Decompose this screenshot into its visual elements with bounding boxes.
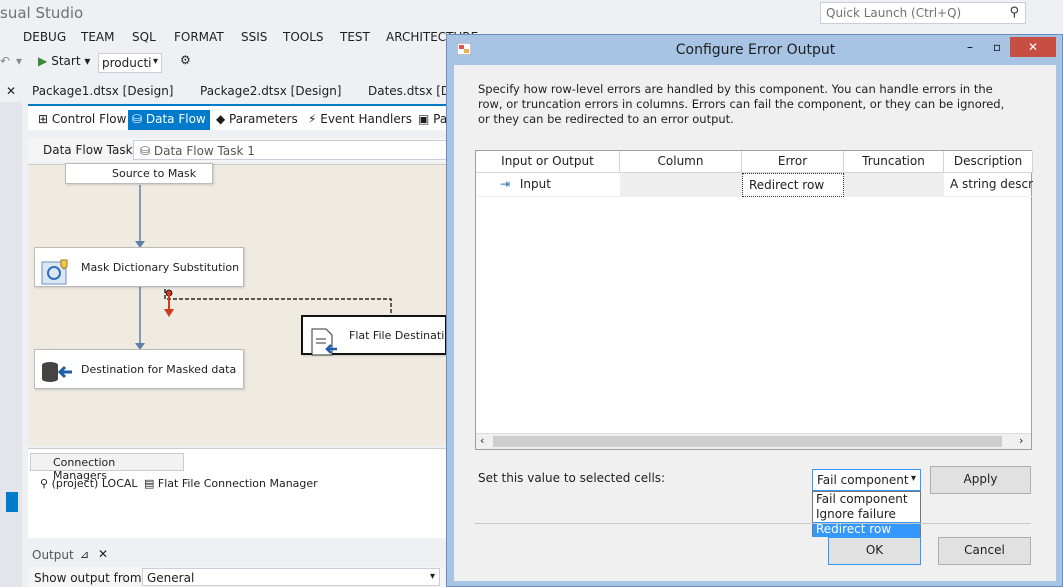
doc-tab-package1[interactable]: Package1.dtsx [Design] <box>32 84 173 98</box>
menu-team[interactable]: TEAM <box>81 30 114 44</box>
menu-format[interactable]: FORMAT <box>174 30 224 44</box>
undo-icon[interactable]: ↶ <box>0 54 10 68</box>
data-flow-canvas[interactable]: Source to Mask Mask Dictionary Substitut… <box>28 163 458 446</box>
scrollbar-thumb[interactable] <box>493 436 1002 447</box>
show-output-label: Show output from: <box>34 571 146 585</box>
output-panel-header: Output ⊿ ✕ <box>28 545 448 565</box>
chevron-down-icon: ▾ <box>429 571 435 582</box>
tab-parameters[interactable]: ◆ Parameters <box>212 110 302 130</box>
sidebar-indicator <box>6 492 18 512</box>
column-header-error[interactable]: Error <box>742 151 844 173</box>
maximize-icon[interactable]: ▫ <box>987 38 1007 58</box>
output-title: Output <box>32 548 74 562</box>
flat-file-icon <box>311 328 337 356</box>
dialog-close-button[interactable]: ✕ <box>1010 37 1056 57</box>
cell-error[interactable]: Redirect row <box>742 173 844 197</box>
column-header-truncation[interactable]: Truncation <box>844 151 944 173</box>
configure-error-output-dialog: Configure Error Output – ▫ ✕ Specify how… <box>446 34 1063 587</box>
cell-io[interactable]: ⇥ Input <box>476 173 620 197</box>
value-select[interactable]: Fail component ▾ <box>812 469 921 491</box>
play-icon: ▶ <box>38 54 48 68</box>
column-header-io[interactable]: Input or Output <box>476 151 620 173</box>
option-fail-component[interactable]: Fail component <box>813 492 920 507</box>
tab-data-flow[interactable]: ⛁ Data Flow <box>128 110 210 130</box>
solution-config-combo[interactable]: producti <box>98 53 162 73</box>
dialog-separator <box>475 523 1031 524</box>
title-bar: sual Studio Quick Launch (Ctrl+Q) ⚲ <box>0 0 1063 28</box>
flat-file-destination-component[interactable]: Flat File Destination <box>301 315 458 356</box>
value-dropdown-list: Fail component Ignore failure Redirect r… <box>812 491 921 537</box>
show-output-combo[interactable]: General ▾ <box>142 568 440 586</box>
database-destination-icon <box>42 362 72 382</box>
search-icon[interactable]: ⚲ <box>1009 5 1019 20</box>
designer-tabs: ⊞ Control Flow ⛁ Data Flow ◆ Parameters … <box>28 104 448 130</box>
option-redirect-row[interactable]: Redirect row <box>813 522 920 537</box>
dropdown-icon[interactable]: ▾ <box>16 54 22 68</box>
toolbox-sidebar <box>0 102 22 587</box>
start-button[interactable]: ▶ Start ▾ <box>38 54 90 68</box>
data-flow-task-combo[interactable]: ⛁ Data Flow Task 1 <box>133 140 448 160</box>
menu-test[interactable]: TEST <box>340 30 370 44</box>
tab-event-handlers[interactable]: ⚡ Event Handlers <box>304 110 416 130</box>
chevron-down-icon: ▾ <box>910 473 916 484</box>
close-icon[interactable]: ✕ <box>6 84 16 98</box>
destination-component[interactable]: Destination for Masked data <box>34 349 244 389</box>
data-flow-task-row: Data Flow Task: ⛁ Data Flow Task 1 <box>28 138 448 162</box>
set-value-label: Set this value to selected cells: <box>478 471 666 485</box>
connection-managers-pane: Connection Managers ⚲ (project) LOCAL ▤ … <box>28 448 448 538</box>
cell-column[interactable] <box>620 173 742 197</box>
dialog-description: Specify how row-level errors are handled… <box>478 82 1005 126</box>
connection-manager-flat-file[interactable]: ▤ Flat File Connection Manager <box>144 477 318 490</box>
transform-icon <box>41 259 68 285</box>
scroll-left-icon[interactable]: ‹ <box>480 434 484 447</box>
cancel-button[interactable]: Cancel <box>938 537 1031 565</box>
deploy-icon[interactable]: ⚙ <box>180 53 191 67</box>
apply-button[interactable]: Apply <box>930 466 1031 494</box>
menu-tools[interactable]: TOOLS <box>283 30 324 44</box>
scroll-right-icon[interactable]: › <box>1019 434 1023 447</box>
quick-launch-input[interactable]: Quick Launch (Ctrl+Q) ⚲ <box>820 2 1026 24</box>
column-header-description[interactable]: Description <box>944 151 1033 173</box>
tab-control-flow[interactable]: ⊞ Control Flow <box>34 110 130 130</box>
column-header-column[interactable]: Column <box>620 151 742 173</box>
error-output-grid[interactable]: Input or Output Column Error Truncation … <box>475 150 1033 450</box>
data-flow-task-label: Data Flow Task: <box>43 143 137 157</box>
app-title: sual Studio <box>0 4 84 22</box>
dialog-title-bar[interactable]: Configure Error Output – ▫ ✕ <box>447 35 1063 65</box>
pin-icon[interactable]: ⊿ <box>80 548 89 561</box>
cell-description[interactable]: A string descri... <box>944 173 1033 197</box>
output-source-row: Show output from: General ▾ <box>28 567 448 587</box>
menu-ssis[interactable]: SSIS <box>241 30 267 44</box>
document-tabs: ✕ Package1.dtsx [Design] Package2.dtsx [… <box>0 84 464 102</box>
connector-lines <box>135 185 392 350</box>
connection-manager-local[interactable]: ⚲ (project) LOCAL <box>40 477 138 490</box>
menu-debug[interactable]: DEBUG <box>23 30 66 44</box>
option-ignore-failure[interactable]: Ignore failure <box>813 507 920 522</box>
input-icon: ⇥ <box>500 177 511 191</box>
mask-dictionary-component[interactable]: Mask Dictionary Substitution <box>34 247 244 287</box>
close-icon[interactable]: ✕ <box>98 547 108 561</box>
minimize-icon[interactable]: – <box>960 38 980 58</box>
ok-button[interactable]: OK <box>828 537 921 565</box>
horizontal-scrollbar[interactable]: ‹ › <box>476 433 1031 449</box>
dialog-body: Specify how row-level errors are handled… <box>454 65 1056 581</box>
source-component[interactable]: Source to Mask <box>65 163 213 184</box>
doc-tab-package2[interactable]: Package2.dtsx [Design] <box>200 84 341 98</box>
connection-managers-tab[interactable]: Connection Managers <box>30 453 184 482</box>
quick-launch-placeholder: Quick Launch (Ctrl+Q) <box>826 6 962 20</box>
menu-sql[interactable]: SQL <box>132 30 156 44</box>
cell-truncation[interactable] <box>844 173 944 197</box>
standard-toolbar: ↶ ▾ ▶Start ▾ producti ⚙ <box>0 50 450 74</box>
